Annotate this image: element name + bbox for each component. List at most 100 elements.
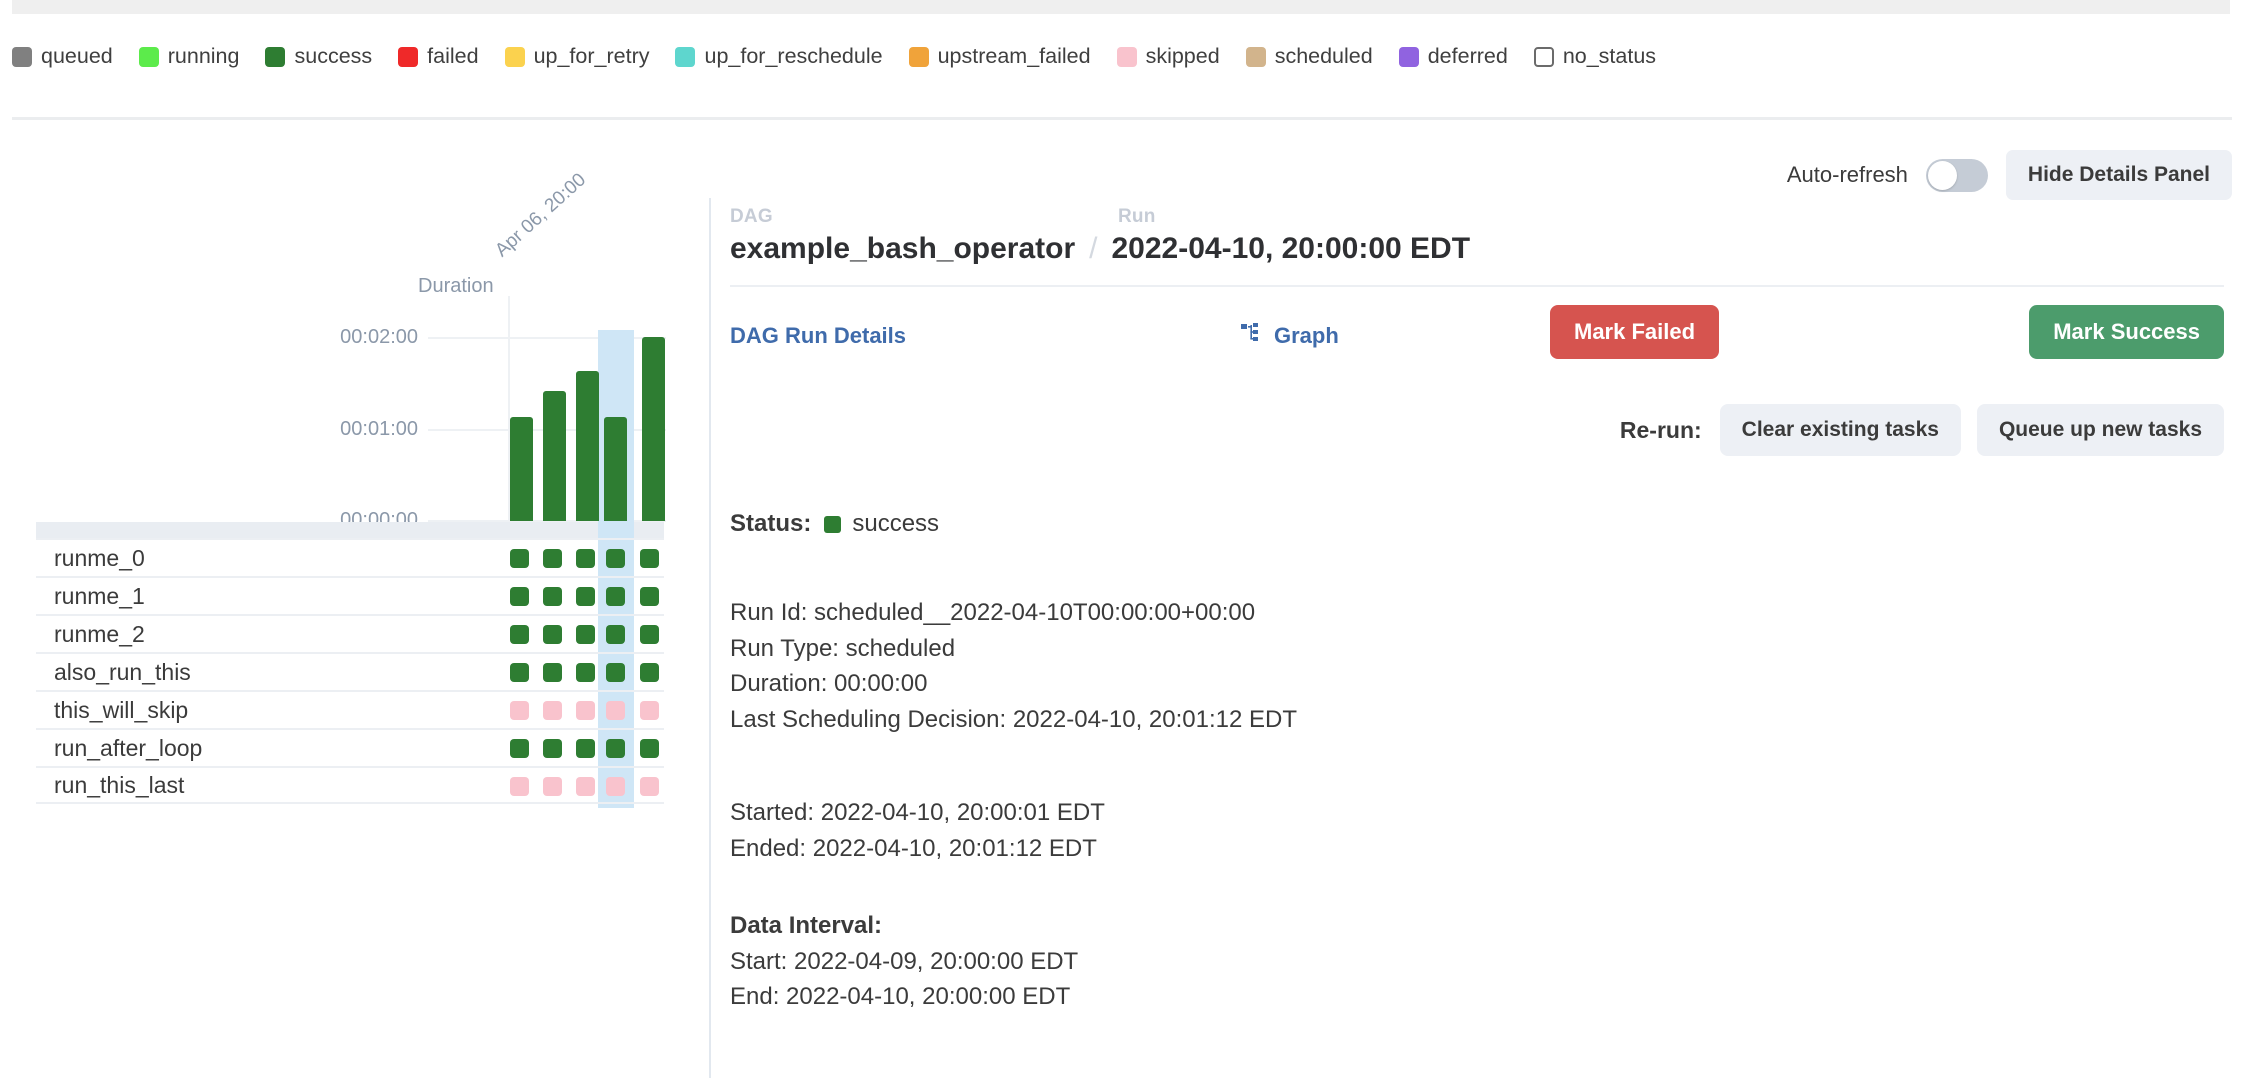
table-row[interactable]: also_run_this: [36, 652, 664, 690]
table-row[interactable]: this_will_skip: [36, 690, 664, 728]
task-instance-skipped[interactable]: [640, 701, 659, 720]
task-instance-success[interactable]: [640, 587, 659, 606]
legend-label: up_for_reschedule: [704, 44, 883, 68]
task-instance-success[interactable]: [606, 739, 625, 758]
tab-graph[interactable]: Graph: [1240, 323, 1339, 349]
task-instance-success[interactable]: [510, 739, 529, 758]
legend-item-scheduled: scheduled: [1245, 44, 1373, 68]
chart-x-tick-label: Apr 06, 20:00: [491, 169, 591, 262]
hide-details-panel-button[interactable]: Hide Details Panel: [2005, 150, 2232, 200]
table-row[interactable]: runme_2: [36, 614, 664, 652]
queue-up-new-tasks-button[interactable]: Queue up new tasks: [1976, 404, 2224, 456]
duration-bar[interactable]: [642, 337, 665, 521]
task-instance-success[interactable]: [640, 549, 659, 568]
legend-label: scheduled: [1274, 44, 1373, 68]
status-label: Status:: [730, 510, 812, 537]
data-interval-title: Data Interval:: [730, 912, 883, 939]
legend-label: no_status: [1562, 44, 1657, 68]
chart-y-tick-2: 00:02:00: [340, 326, 418, 348]
tab-dag-run-details-label: DAG Run Details: [730, 323, 907, 348]
table-row[interactable]: run_after_loop: [36, 728, 664, 766]
task-instance-success[interactable]: [606, 663, 625, 682]
legend-swatch-deferred: [1398, 46, 1419, 67]
rerun-label: Re-run:: [1619, 416, 1702, 443]
legend-swatch-no_status: [1533, 46, 1554, 67]
breadcrumb: example_bash_operator / 2022-04-10, 20:0…: [730, 232, 2220, 266]
task-instance-success[interactable]: [543, 549, 562, 568]
legend-item-deferred: deferred: [1398, 45, 1508, 68]
chart-y-axis-title: Duration: [418, 275, 494, 297]
legend-label: upstream_failed: [937, 44, 1091, 68]
task-instance-skipped[interactable]: [640, 777, 659, 796]
task-instance-success[interactable]: [543, 739, 562, 758]
details-tab-row: DAG Run Details Graph Mark Failed Mark S…: [730, 305, 2224, 379]
legend-swatch-up_for_reschedule: [675, 46, 696, 67]
duration-bar[interactable]: [604, 417, 627, 521]
task-state-legend: queued running success failed up_for_retry up…: [12, 44, 1682, 68]
data-interval-start: Start: 2022-04-09, 20:00:00 EDT: [730, 947, 1079, 975]
task-instance-success[interactable]: [640, 663, 659, 682]
task-instance-success[interactable]: [606, 625, 625, 644]
task-instance-success[interactable]: [510, 663, 529, 682]
legend-swatch-success: [265, 46, 286, 67]
auto-refresh-toggle[interactable]: [1925, 158, 1988, 192]
table-row[interactable]: runme_0: [36, 538, 664, 576]
task-instance-success[interactable]: [510, 587, 529, 606]
legend-label: success: [294, 44, 373, 68]
run-duration: Duration: 00:00:00: [730, 670, 928, 697]
duration-bar[interactable]: [510, 417, 533, 521]
task-instance-success[interactable]: [606, 587, 625, 606]
last-scheduling-decision: Last Scheduling Decision: 2022-04-10, 20…: [730, 705, 1298, 733]
task-instance-success[interactable]: [543, 663, 562, 682]
task-instance-skipped[interactable]: [543, 701, 562, 720]
dag-name[interactable]: example_bash_operator: [730, 232, 1075, 266]
task-instance-skipped[interactable]: [576, 701, 595, 720]
task-instance-success[interactable]: [576, 549, 595, 568]
breadcrumb-labels: DAG Run: [730, 206, 2220, 228]
duration-bar[interactable]: [576, 371, 599, 521]
run-name: 2022-04-10, 20:00:00 EDT: [1111, 232, 1471, 265]
tab-graph-label: Graph: [1274, 323, 1339, 348]
task-instance-success[interactable]: [576, 739, 595, 758]
task-instance-success[interactable]: [576, 587, 595, 606]
task-instance-success[interactable]: [543, 625, 562, 644]
task-instance-success[interactable]: [543, 587, 562, 606]
task-instance-skipped[interactable]: [543, 777, 562, 796]
task-instance-success[interactable]: [640, 739, 659, 758]
table-row[interactable]: runme_1: [36, 576, 664, 614]
mark-success-button[interactable]: Mark Success: [2029, 305, 2224, 359]
panel-divider: [709, 198, 711, 1078]
run-ended: Ended: 2022-04-10, 20:01:12 EDT: [730, 834, 1097, 862]
run-type: Run Type: scheduled: [730, 634, 956, 662]
task-instance-success[interactable]: [510, 549, 529, 568]
task-name: also_run_this: [54, 658, 191, 685]
legend-item-failed: failed: [398, 45, 479, 68]
task-name: runme_2: [54, 620, 145, 647]
duration-bar[interactable]: [543, 391, 566, 521]
clear-existing-tasks-button[interactable]: Clear existing tasks: [1719, 404, 1961, 456]
task-instance-skipped[interactable]: [606, 777, 625, 796]
legend-item-upstream_failed: upstream_failed: [908, 44, 1091, 68]
task-name: runme_1: [54, 582, 145, 609]
task-instance-success[interactable]: [510, 625, 529, 644]
task-instance-skipped[interactable]: [606, 701, 625, 720]
legend-label: queued: [41, 44, 113, 68]
legend-swatch-scheduled: [1245, 46, 1266, 67]
mark-failed-button[interactable]: Mark Failed: [1550, 305, 1720, 359]
task-instance-success[interactable]: [640, 625, 659, 644]
dag-label: DAG: [730, 206, 773, 227]
task-instance-skipped[interactable]: [510, 777, 529, 796]
legend-item-no_status: no_status: [1533, 44, 1657, 68]
panel-controls: Auto-refresh Hide Details Panel: [1787, 150, 2232, 200]
legend-swatch-running: [138, 46, 159, 67]
table-row[interactable]: run_this_last: [36, 766, 664, 804]
task-instance-success[interactable]: [576, 625, 595, 644]
task-instance-success[interactable]: [606, 549, 625, 568]
task-instance-success[interactable]: [576, 663, 595, 682]
legend-swatch-up_for_retry: [504, 46, 525, 67]
top-strip: [12, 0, 2230, 14]
task-instance-skipped[interactable]: [576, 777, 595, 796]
tab-dag-run-details[interactable]: DAG Run Details: [730, 323, 906, 349]
task-instance-skipped[interactable]: [510, 701, 529, 720]
rerun-row: Re-run: Clear existing tasks Queue up ne…: [1620, 404, 2224, 456]
